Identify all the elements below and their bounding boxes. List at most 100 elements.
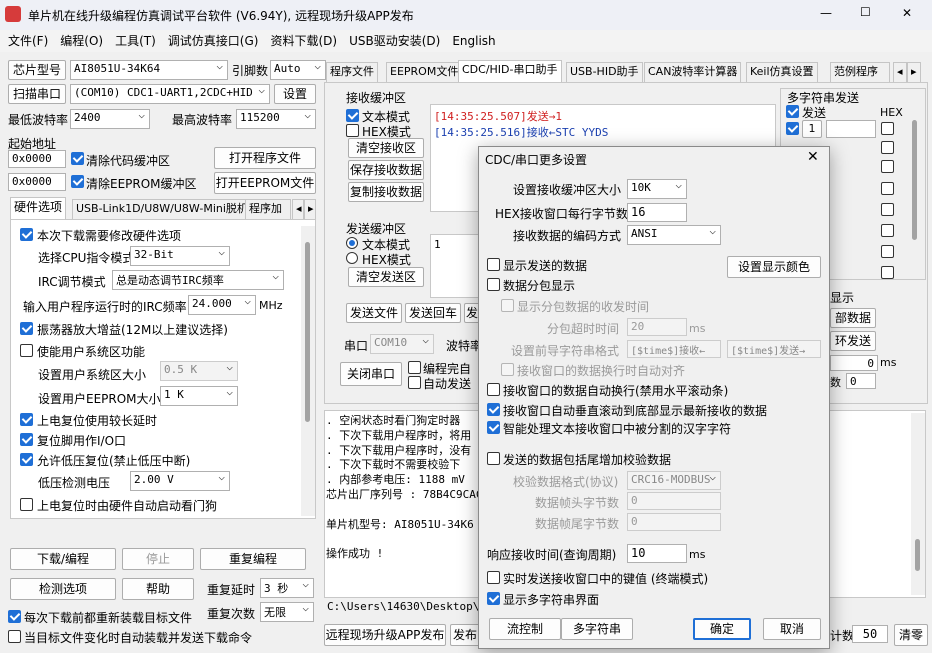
send-text-mode-radio[interactable]	[346, 237, 358, 249]
clear-recv-button[interactable]: 清空接收区	[348, 138, 424, 158]
low-voltage-select[interactable]: 2.00 V	[130, 471, 230, 491]
publish-button[interactable]: 发布	[450, 624, 480, 646]
loop-ms-field[interactable]: 0	[830, 355, 878, 371]
clear-send-button[interactable]: 清空发送区	[348, 267, 424, 287]
tab-scroll-right-icon[interactable]: ▸	[304, 199, 316, 219]
prefix-recv-field[interactable]: [$time$]接收←	[627, 340, 721, 358]
prefix-send-field[interactable]: [$time$]发送→	[727, 340, 821, 358]
auto-scroll-checkbox[interactable]	[487, 403, 500, 416]
pin-count-select[interactable]: Auto	[270, 60, 326, 80]
tab-program-encrypt[interactable]: 程序加	[245, 199, 291, 219]
split-time-checkbox[interactable]	[501, 299, 514, 312]
multi-row7-hex-checkbox[interactable]	[881, 245, 894, 258]
tab-keil-sim[interactable]: Keil仿真设置	[746, 62, 818, 82]
tab-examples[interactable]: 范例程序	[830, 62, 890, 82]
send-file-button[interactable]: 发送文件	[346, 303, 402, 323]
clear-eeprom-checkbox[interactable]	[71, 175, 84, 188]
low-voltage-reset-checkbox[interactable]	[20, 453, 33, 466]
tab-hardware-options[interactable]: 硬件选项	[10, 197, 67, 219]
chip-type-select[interactable]: AI8051U-34K64	[70, 60, 228, 80]
hardware-scrollbar[interactable]	[301, 226, 315, 516]
code-address-field[interactable]: 0x0000	[8, 150, 66, 168]
open-program-button[interactable]: 打开程序文件	[214, 147, 316, 169]
irc-mode-select[interactable]: 总是动态调节IRC频率	[112, 270, 284, 290]
auto-wrap-checkbox[interactable]	[487, 383, 500, 396]
tab-usb-link[interactable]: USB-Link1D/U8W/U8W-Mini脱机	[72, 199, 252, 219]
tab-scroll-left-icon[interactable]: ◂	[292, 199, 304, 219]
menu-file[interactable]: 文件(F)	[2, 32, 54, 50]
min-baud-select[interactable]: 2400	[70, 109, 150, 129]
menu-usb-driver[interactable]: USB驱动安装(D)	[343, 32, 446, 50]
show-sent-checkbox[interactable]	[487, 258, 500, 271]
repeat-count-select[interactable]: 无限	[260, 602, 314, 622]
encoding-select[interactable]: ANSI	[627, 225, 721, 245]
auto-load-checkbox[interactable]	[8, 630, 21, 643]
clear-count-button[interactable]: 清零	[894, 624, 928, 646]
maximize-icon[interactable]: ☐	[860, 5, 871, 19]
osc-gain-checkbox[interactable]	[20, 322, 33, 335]
scan-port-button[interactable]: 扫描串口	[8, 84, 66, 104]
auto-align-checkbox[interactable]	[501, 363, 514, 376]
recv-text-mode-checkbox[interactable]	[346, 109, 359, 122]
send-enter-button[interactable]: 发送回车	[405, 303, 461, 323]
multi-row1-hex-checkbox[interactable]	[881, 122, 894, 135]
add-checksum-checkbox[interactable]	[487, 452, 500, 465]
display-color-button[interactable]: 设置显示颜色	[727, 256, 821, 278]
log-scrollbar[interactable]	[911, 413, 925, 595]
detect-options-button[interactable]: 检测选项	[10, 578, 116, 600]
hex-bytes-field[interactable]: 16	[627, 203, 687, 222]
split-timeout-field[interactable]: 20	[627, 318, 687, 336]
menu-program[interactable]: 编程(O)	[54, 32, 109, 50]
reset-io-checkbox[interactable]	[20, 433, 33, 446]
minimize-icon[interactable]: —	[820, 6, 832, 20]
open-eeprom-button[interactable]: 打开EEPROM文件	[214, 172, 316, 194]
clear-code-checkbox[interactable]	[71, 152, 84, 165]
recv-buffer-size-select[interactable]: 10K	[627, 179, 687, 199]
all-data-button[interactable]: 部数据	[830, 308, 876, 328]
eeprom-address-field[interactable]: 0x0000	[8, 173, 66, 191]
smart-split-checkbox[interactable]	[487, 421, 500, 434]
close-icon[interactable]: ✕	[902, 6, 912, 20]
recv-hex-mode-checkbox[interactable]	[346, 124, 359, 137]
reload-before-download-checkbox[interactable]	[8, 610, 21, 623]
frame-tail-field[interactable]: 0	[627, 513, 721, 531]
encode-complete-checkbox[interactable]	[408, 361, 421, 374]
serial-port-select[interactable]: COM10	[370, 334, 434, 354]
copy-recv-button[interactable]: 复制接收数据	[348, 182, 424, 202]
irc-freq-select[interactable]: 24.000	[188, 295, 256, 315]
ok-button[interactable]: 确定	[693, 618, 751, 640]
port-select[interactable]: (COM10) CDC1-UART1,2CDC+HID	[70, 84, 270, 104]
repeat-program-button[interactable]: 重复编程	[200, 548, 306, 570]
right-tab-left-icon[interactable]: ◂	[893, 62, 907, 82]
modify-hw-checkbox[interactable]	[20, 228, 33, 241]
sysarea-size-select[interactable]: 0.5 K	[160, 361, 238, 381]
split-show-checkbox[interactable]	[487, 278, 500, 291]
multi-row6-hex-checkbox[interactable]	[881, 224, 894, 237]
repeat-delay-select[interactable]: 3 秒	[260, 578, 314, 598]
multi-string-ui-checkbox[interactable]	[487, 592, 500, 605]
right-tab-right-icon[interactable]: ▸	[907, 62, 921, 82]
tab-can-baud[interactable]: CAN波特率计算器	[644, 62, 742, 82]
checksum-format-select[interactable]: CRC16-MODBUS	[627, 471, 721, 490]
tab-program-file[interactable]: 程序文件	[326, 62, 378, 82]
multi-row1-checkbox[interactable]	[786, 122, 799, 135]
multi-row2-hex-checkbox[interactable]	[881, 141, 894, 154]
cpu-mode-select[interactable]: 32-Bit	[130, 246, 230, 266]
multi-row4-hex-checkbox[interactable]	[881, 182, 894, 195]
menu-docs[interactable]: 资料下载(D)	[264, 32, 343, 50]
watchdog-checkbox[interactable]	[20, 498, 33, 511]
max-baud-select[interactable]: 115200	[236, 109, 316, 129]
multi-row8-hex-checkbox[interactable]	[881, 266, 894, 279]
multi-row5-hex-checkbox[interactable]	[881, 203, 894, 216]
multi-row1-button[interactable]: 1	[802, 120, 822, 138]
poweron-delay-checkbox[interactable]	[20, 413, 33, 426]
cancel-button[interactable]: 取消	[763, 618, 821, 640]
close-port-button[interactable]: 关闭串口	[340, 362, 402, 386]
auto-send-checkbox[interactable]	[408, 376, 421, 389]
help-button[interactable]: 帮助	[122, 578, 194, 600]
frame-head-field[interactable]: 0	[627, 492, 721, 510]
flow-control-button[interactable]: 流控制	[489, 618, 561, 640]
multi-string-button[interactable]: 多字符串	[561, 618, 633, 640]
multi-send-checkbox[interactable]	[786, 105, 799, 118]
menu-english[interactable]: English	[446, 32, 501, 50]
